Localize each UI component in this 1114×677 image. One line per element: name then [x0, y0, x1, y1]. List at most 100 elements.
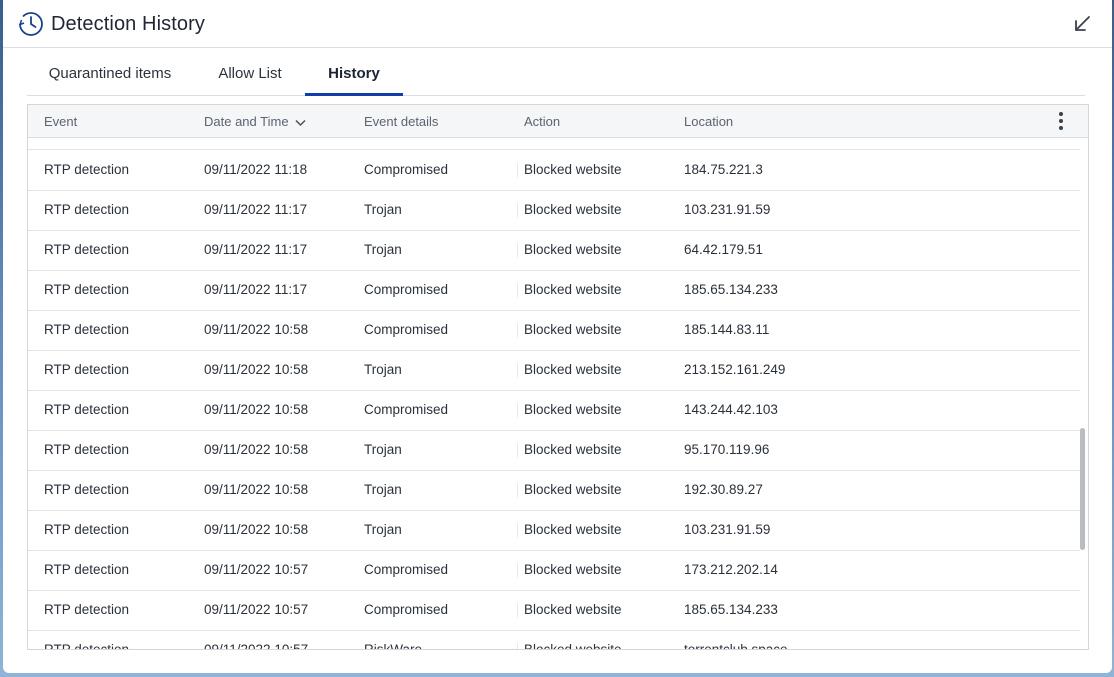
- cell-event-details: RiskWare: [364, 630, 422, 649]
- cell-event: RTP detection: [44, 402, 130, 417]
- table-row[interactable]: RTP detection 09/11/2022 10:57 RiskWare Blo…: [28, 630, 1080, 649]
- table-row[interactable]: RTP detection 09/11/2022 10:57 Compromised…: [28, 550, 1080, 591]
- cell-location: 103.231.91.59: [684, 522, 771, 537]
- table-row[interactable]: RTP detection 09/11/2022 10:57 Compromised…: [28, 590, 1080, 631]
- cell-location: 95.170.119.96: [684, 442, 770, 457]
- cell-event-details: Compromised: [364, 562, 449, 577]
- cell-event: RTP detection: [44, 442, 130, 457]
- clock-history-icon: [18, 12, 43, 36]
- column-divider: [517, 323, 518, 337]
- scrollbar-thumb[interactable]: [1080, 428, 1085, 550]
- column-divider: [517, 363, 518, 377]
- cell-date-time: 09/11/2022 10:58: [204, 442, 309, 457]
- cell-action: Blocked website: [524, 442, 622, 457]
- cell-location: 213.152.161.249: [684, 362, 786, 377]
- cell-event: RTP detection: [44, 322, 130, 337]
- cell-action: Blocked website: [524, 362, 622, 377]
- cell-action: Blocked website: [524, 322, 622, 337]
- cell-event-details: Trojan: [364, 362, 402, 377]
- cell-action: Blocked website: [524, 602, 622, 617]
- table-row[interactable]: RTP detection 09/11/2022 10:58 Compromised…: [28, 310, 1080, 351]
- cell-date-time: 09/11/2022 10:57: [204, 602, 309, 617]
- cell-event-details: Compromised: [364, 402, 449, 417]
- cell-date-time: 09/11/2022 10:58: [204, 482, 309, 497]
- cell-event-details: Compromised: [364, 322, 449, 337]
- tab-bar: Quarantined items Allow List History: [27, 48, 1085, 96]
- cell-action: Blocked website: [524, 402, 622, 417]
- cell-date-time: 09/11/2022 10:57: [204, 562, 309, 577]
- cell-event-details: Trojan: [364, 242, 402, 257]
- more-options-icon[interactable]: [1056, 112, 1066, 132]
- column-header-date-time[interactable]: Date and Time: [204, 105, 306, 137]
- column-divider: [517, 603, 518, 617]
- history-table: Event Date and Time Event details Action…: [27, 104, 1089, 650]
- cell-action: Blocked website: [524, 522, 622, 537]
- table-body: RTP detection 09/11/2022 11:18 Compromised…: [28, 138, 1080, 649]
- column-divider: [517, 483, 518, 497]
- chevron-down-icon: [295, 119, 306, 126]
- column-divider: [517, 203, 518, 217]
- column-divider: [517, 443, 518, 457]
- cell-date-time: 09/11/2022 10:58: [204, 402, 309, 417]
- column-header-location[interactable]: Location: [684, 105, 733, 137]
- column-header-event[interactable]: Event: [44, 105, 77, 137]
- cell-location: 184.75.221.3: [684, 162, 763, 177]
- column-divider: [517, 643, 518, 649]
- cell-location: 192.30.89.27: [684, 482, 763, 497]
- column-header-event-details[interactable]: Event details: [364, 105, 438, 137]
- cell-location: 103.231.91.59: [684, 202, 771, 217]
- cell-event: RTP detection: [44, 362, 130, 377]
- tab-history[interactable]: History: [305, 48, 403, 96]
- cell-event: RTP detection: [44, 522, 130, 537]
- cell-event: RTP detection: [44, 202, 130, 217]
- column-divider: [517, 403, 518, 417]
- cell-date-time: 09/11/2022 11:18: [204, 162, 308, 177]
- table-row[interactable]: RTP detection 09/11/2022 10:58 Trojan Block…: [28, 470, 1080, 511]
- title-bar: Detection History: [3, 0, 1112, 48]
- table-row[interactable]: RTP detection 09/11/2022 11:17 Trojan Block…: [28, 230, 1080, 271]
- cell-event-details: Trojan: [364, 482, 402, 497]
- cell-date-time: 09/11/2022 10:58: [204, 362, 309, 377]
- table-row[interactable]: RTP detection 09/11/2022 11:18 Compromised…: [28, 150, 1080, 191]
- column-divider: [517, 243, 518, 257]
- cell-location: 64.42.179.51: [684, 242, 763, 257]
- cell-event: RTP detection: [44, 482, 130, 497]
- table-row[interactable]: RTP detection 09/11/2022 11:17 Trojan Block…: [28, 190, 1080, 231]
- cell-event-details: Compromised: [364, 282, 449, 297]
- tab-allow-list[interactable]: Allow List: [211, 48, 289, 95]
- column-header-action[interactable]: Action: [524, 105, 560, 137]
- cell-date-time: 09/11/2022 10:57: [204, 630, 308, 649]
- cell-event: RTP detection: [44, 602, 130, 617]
- column-divider: [517, 563, 518, 577]
- table-row[interactable]: RTP detection 09/11/2022 10:58 Trojan Block…: [28, 350, 1080, 391]
- column-divider: [517, 523, 518, 537]
- cell-action: Blocked website: [524, 282, 622, 297]
- table-row[interactable]: RTP detection 09/11/2022 10:58 Compromised…: [28, 390, 1080, 431]
- cell-action: Blocked website: [524, 562, 622, 577]
- cell-action: Blocked website: [524, 242, 622, 257]
- cell-event: RTP detection: [44, 630, 129, 649]
- cell-location: 185.144.83.11: [684, 322, 770, 337]
- cell-date-time: 09/11/2022 10:58: [204, 522, 309, 537]
- cell-event-details: Trojan: [364, 202, 402, 217]
- column-divider: [517, 283, 518, 297]
- cell-event-details: Trojan: [364, 522, 402, 537]
- cell-event-details: Compromised: [364, 162, 449, 177]
- cell-event: RTP detection: [44, 562, 130, 577]
- cell-location: 143.244.42.103: [684, 402, 778, 417]
- tab-quarantined-items[interactable]: Quarantined items: [41, 48, 179, 95]
- table-row[interactable]: RTP detection 09/11/2022 11:17 Compromised…: [28, 270, 1080, 311]
- cell-action: Blocked website: [524, 162, 622, 177]
- cell-date-time: 09/11/2022 11:17: [204, 242, 308, 257]
- cell-date-time: 09/11/2022 11:17: [204, 202, 308, 217]
- cell-location: 185.65.134.233: [684, 282, 778, 297]
- table-row[interactable]: RTP detection 09/11/2022 10:58 Trojan Block…: [28, 430, 1080, 471]
- cell-action: Blocked website: [524, 482, 622, 497]
- cell-date-time: 09/11/2022 11:17: [204, 282, 308, 297]
- cell-location: 173.212.202.14: [684, 562, 778, 577]
- table-row[interactable]: RTP detection 09/11/2022 10:58 Trojan Block…: [28, 510, 1080, 551]
- cell-date-time: 09/11/2022 10:58: [204, 322, 309, 337]
- cell-event-details: Trojan: [364, 442, 402, 457]
- collapse-arrow-icon[interactable]: [1070, 12, 1094, 36]
- table-row[interactable]: [28, 138, 1080, 150]
